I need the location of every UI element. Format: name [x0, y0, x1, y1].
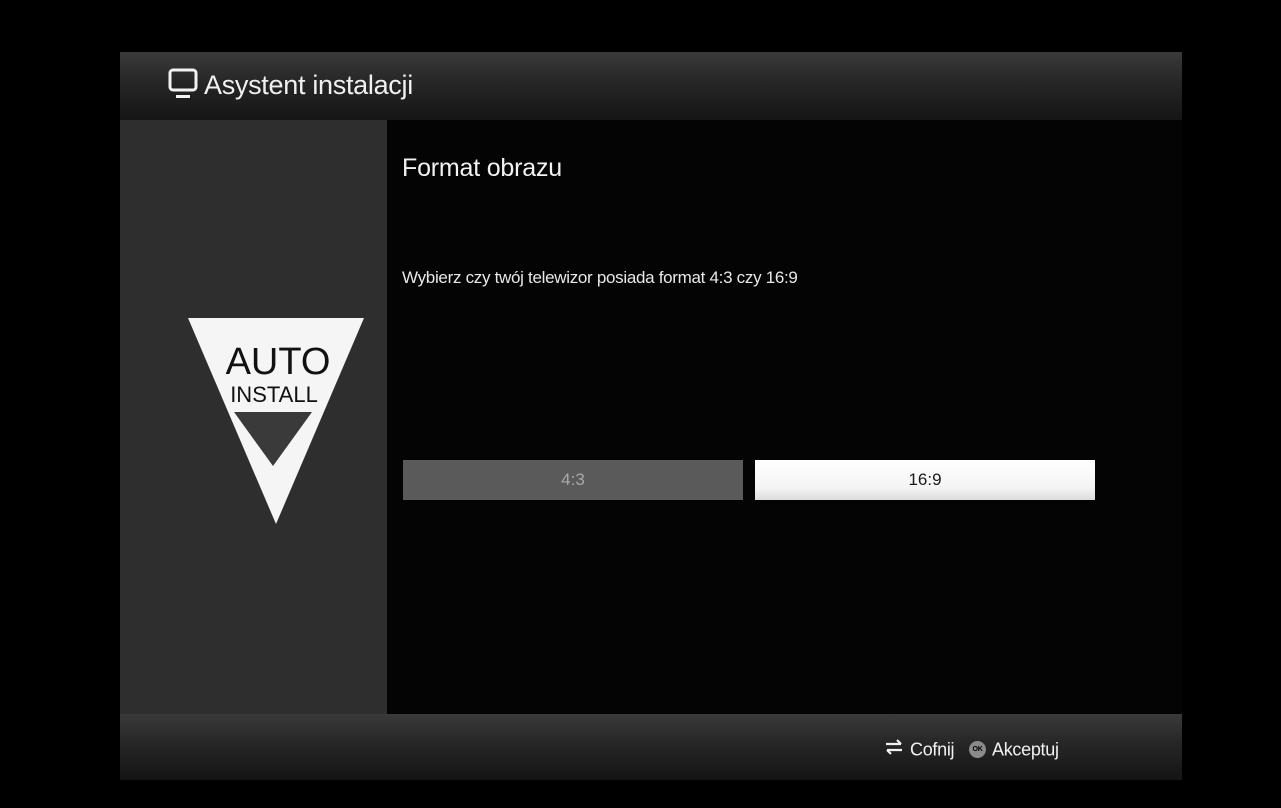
tv-screen: Asystent instalacji AUTO INSTALL Format … [0, 0, 1281, 808]
tv-monitor-icon [168, 68, 198, 100]
auto-install-triangle-icon: AUTO INSTALL [186, 316, 366, 528]
option-16-9-button[interactable]: 16:9 [755, 460, 1095, 500]
ok-button-icon: OK [969, 740, 986, 758]
footer-bar: Cofnij OK Akceptuj [120, 714, 1182, 780]
logo-text-auto: AUTO [226, 341, 331, 383]
option-4-3-button[interactable]: 4:3 [403, 460, 743, 500]
back-hint[interactable]: Cofnij [884, 736, 955, 761]
accept-hint[interactable]: OK Akceptuj [969, 736, 1059, 760]
swap-arrows-icon [884, 737, 904, 761]
main-content: Format obrazu Wybierz czy twój telewizor… [387, 120, 1182, 714]
sidebar: AUTO INSTALL [120, 120, 387, 714]
window-title: Asystent instalacji [204, 70, 413, 100]
back-label: Cofnij [910, 739, 955, 760]
install-wizard-window: Asystent instalacji AUTO INSTALL Format … [120, 52, 1182, 780]
section-title: Format obrazu [402, 154, 562, 182]
logo-text-install: INSTALL [230, 382, 318, 407]
title-bar: Asystent instalacji [120, 52, 1182, 120]
accept-label: Akceptuj [992, 739, 1059, 760]
instruction-text: Wybierz czy twój telewizor posiada forma… [402, 268, 798, 287]
